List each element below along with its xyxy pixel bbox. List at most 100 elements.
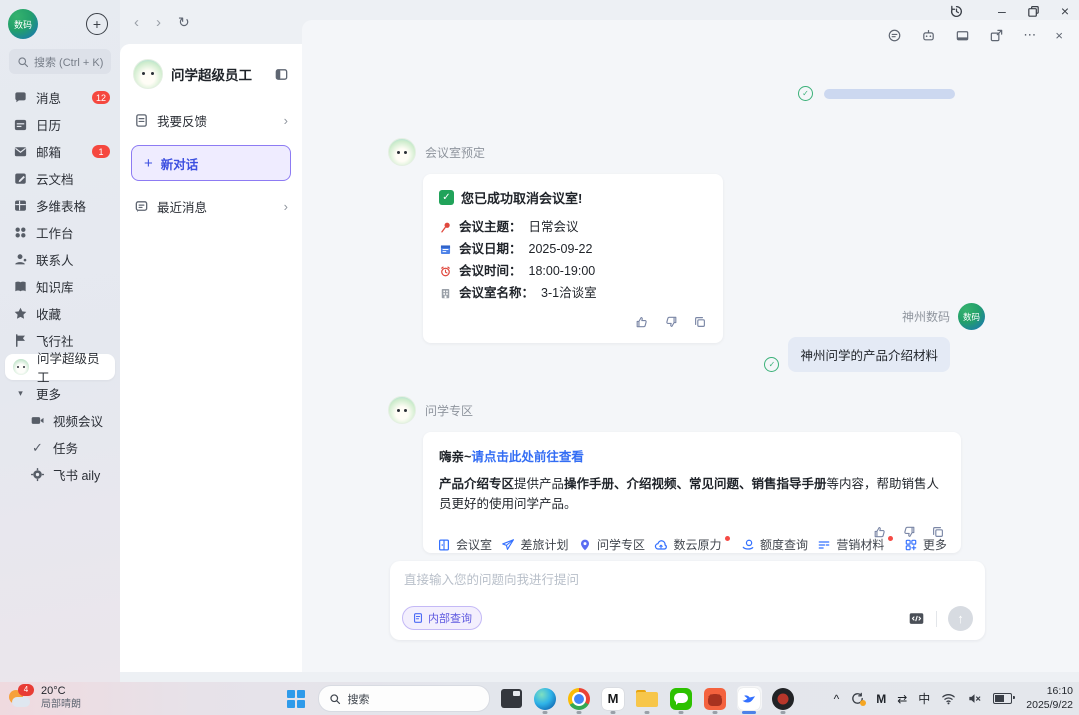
feedback-label: 我要反馈: [157, 111, 207, 130]
feishu-app[interactable]: [737, 686, 762, 711]
red-dot-badge: [888, 536, 893, 541]
unread-badge: 1: [92, 145, 110, 158]
chip-travel-plan[interactable]: 差旅计划: [501, 536, 568, 553]
sidebar-item-more[interactable]: ▾ 更多: [0, 380, 120, 407]
message-square-icon: [134, 199, 149, 214]
temperature: 20°C: [41, 685, 81, 699]
sidebar-item-docs[interactable]: 云文档: [0, 165, 120, 192]
field-label: 会议日期：: [459, 238, 522, 260]
send-button[interactable]: ↑: [948, 606, 973, 631]
user-avatar[interactable]: 数码: [958, 303, 985, 330]
new-chat-button[interactable]: + 新对话: [131, 145, 291, 181]
sidebar-item-calendar[interactable]: 日历: [0, 111, 120, 138]
sidebar-item-label: 工作台: [36, 223, 74, 242]
sidebar-item-video-meeting[interactable]: 视频会议: [0, 407, 120, 434]
chip-more[interactable]: 更多: [904, 536, 947, 553]
user-message: 神州数码 数码 ✓ 神州问学的产品介绍材料: [764, 303, 985, 372]
collapse-panel-icon[interactable]: [274, 67, 289, 82]
sidebar-item-wenxue-agent[interactable]: 问学超级员工: [5, 354, 115, 380]
card-title: 您已成功取消会议室!: [461, 188, 582, 207]
back-button[interactable]: ‹: [134, 14, 139, 31]
close-button[interactable]: ×: [1061, 4, 1069, 18]
thumbs-up-icon[interactable]: [635, 315, 649, 329]
sidebar-item-favorites[interactable]: 收藏: [0, 300, 120, 327]
sidebar-item-knowledge[interactable]: 知识库: [0, 273, 120, 300]
recent-messages-item[interactable]: 最近消息 ›: [120, 187, 302, 225]
restore-button[interactable]: [1026, 4, 1041, 19]
sidebar-item-base-table[interactable]: 多维表格: [0, 192, 120, 219]
apps-grid-icon: [904, 538, 918, 552]
taskbar-search[interactable]: 搜索: [318, 685, 490, 712]
file-explorer-app[interactable]: [635, 686, 660, 711]
sidebar-item-feishu-aily[interactable]: 飞书 aily: [0, 461, 120, 488]
close-chat-icon[interactable]: ×: [1055, 28, 1063, 43]
weather-widget[interactable]: 4 20°C 局部晴朗: [8, 685, 81, 711]
calendar-icon: [13, 117, 28, 132]
sidebar-item-messages[interactable]: 消息 12: [0, 84, 120, 111]
window-icon[interactable]: [955, 28, 970, 43]
wechat-app[interactable]: [669, 686, 694, 711]
cat-app[interactable]: [703, 686, 728, 711]
feedback-item[interactable]: 我要反馈 ›: [120, 101, 302, 139]
forward-button[interactable]: ›: [156, 14, 161, 31]
popout-icon[interactable]: [989, 28, 1004, 43]
sync-icon[interactable]: [850, 691, 865, 706]
robot-icon[interactable]: [921, 28, 936, 43]
tray-expand-icon[interactable]: ^: [834, 693, 840, 705]
chip-marketing-materials[interactable]: 营销材料: [817, 536, 894, 553]
tray-m-icon[interactable]: M: [876, 693, 886, 705]
field-room: 会议室名称： 3-1洽谈室: [439, 282, 707, 304]
refresh-button[interactable]: ↻: [178, 14, 190, 31]
user-avatar[interactable]: 数码: [8, 9, 38, 39]
history-icon[interactable]: [949, 4, 964, 19]
chip-quota-query[interactable]: 额度查询: [741, 536, 808, 553]
meeting-room-icon: [437, 538, 451, 552]
global-search-input[interactable]: 搜索 (Ctrl + K): [9, 49, 111, 74]
add-button[interactable]: +: [86, 13, 108, 35]
more-icon[interactable]: ⋯: [1023, 27, 1036, 43]
m-app[interactable]: M: [601, 686, 626, 711]
message-circle-icon[interactable]: [887, 28, 902, 43]
sidebar-item-label: 任务: [53, 438, 78, 457]
sidebar-item-label: 多维表格: [36, 196, 86, 215]
sidebar-item-tasks[interactable]: ✓ 任务: [0, 434, 120, 461]
chip-label: 营销材料: [836, 536, 884, 553]
sidebar-item-mail[interactable]: 邮箱 1: [0, 138, 120, 165]
zone-link[interactable]: 请点击此处前往查看: [471, 450, 584, 464]
start-button[interactable]: [284, 686, 309, 711]
chip-shucloud[interactable]: 数云原力: [654, 536, 731, 553]
weather-desc: 局部晴朗: [41, 699, 81, 712]
message-input[interactable]: [396, 565, 979, 595]
internal-query-chip[interactable]: 内部查询: [402, 606, 482, 630]
command-window-icon[interactable]: [908, 610, 925, 627]
wifi-icon[interactable]: [941, 691, 956, 706]
ime-indicator[interactable]: 中: [918, 693, 930, 705]
field-value: 3-1洽谈室: [541, 282, 597, 304]
minimize-button[interactable]: –: [998, 4, 1006, 18]
volume-muted-icon[interactable]: [967, 691, 982, 706]
chip-meeting-room[interactable]: 会议室: [437, 536, 492, 553]
edge-app[interactable]: [533, 686, 558, 711]
chrome-icon: [568, 688, 590, 710]
sender-name: 会议室预定: [425, 144, 485, 161]
task-view-button[interactable]: [499, 686, 524, 711]
network-activity-icon[interactable]: ⇄: [897, 693, 907, 705]
sidebar-item-contacts[interactable]: 联系人: [0, 246, 120, 273]
clock[interactable]: 16:10 2025/9/22: [1026, 685, 1073, 712]
weather-icon: 4: [8, 686, 35, 711]
thumbs-down-icon[interactable]: [664, 315, 678, 329]
recorder-app[interactable]: [771, 686, 796, 711]
chip-wenxue-zone[interactable]: 问学专区: [578, 536, 645, 553]
chip-label: 更多: [923, 536, 947, 553]
edge-icon: [534, 688, 556, 710]
system-tray: ^ M ⇄ 中 16:10 2025/9/22: [834, 682, 1073, 715]
sidebar-item-label: 消息: [36, 88, 61, 107]
sidebar-item-label: 更多: [36, 384, 61, 403]
chrome-app[interactable]: [567, 686, 592, 711]
cloud-icon: [654, 538, 668, 552]
sidebar-item-workbench[interactable]: 工作台: [0, 219, 120, 246]
quick-action-toolbar: 会议室 差旅计划 问学专区 数云原力 额度查询: [437, 536, 947, 553]
meeting-card: ✓ 您已成功取消会议室! 会议主题： 日常会议 会议日期： 2025-09-22: [423, 174, 723, 343]
battery-icon[interactable]: [993, 693, 1012, 704]
copy-icon[interactable]: [693, 315, 707, 329]
